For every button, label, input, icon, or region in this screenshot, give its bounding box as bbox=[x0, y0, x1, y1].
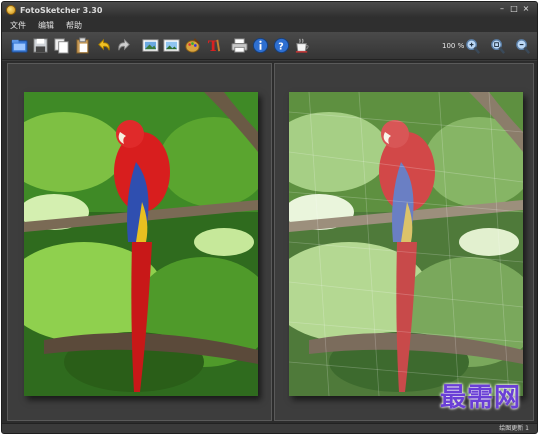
svg-text:?: ? bbox=[278, 41, 283, 52]
original-parrot-photo[interactable] bbox=[24, 92, 258, 396]
paste-icon[interactable] bbox=[73, 37, 91, 55]
status-bar: 绘图更新 1 bbox=[2, 423, 537, 433]
print-icon[interactable] bbox=[230, 37, 248, 55]
close-button[interactable]: × bbox=[521, 3, 531, 14]
open-folder-icon[interactable] bbox=[10, 37, 28, 55]
zoom-controls bbox=[455, 37, 531, 55]
toolbar: T ? 100 % bbox=[2, 32, 537, 60]
title-bar[interactable]: FotoSketcher 3.30 – □ × bbox=[2, 2, 537, 18]
menu-help[interactable]: 帮助 bbox=[62, 20, 86, 31]
app-logo-icon bbox=[6, 5, 16, 15]
palette-icon[interactable] bbox=[183, 37, 201, 55]
coffee-icon[interactable] bbox=[293, 37, 311, 55]
zoom-in-icon[interactable] bbox=[463, 37, 481, 55]
menu-edit[interactable]: 编辑 bbox=[34, 20, 58, 31]
workspace: 最需网 bbox=[2, 61, 537, 425]
menu-file[interactable]: 文件 bbox=[6, 20, 30, 31]
sketch-image-panel: 最需网 bbox=[274, 63, 534, 421]
zoom-out-icon[interactable] bbox=[513, 37, 531, 55]
undo-icon[interactable] bbox=[94, 37, 112, 55]
help-icon[interactable]: ? bbox=[272, 37, 290, 55]
original-image-panel bbox=[7, 63, 272, 421]
minimize-button[interactable]: – bbox=[497, 3, 507, 14]
redo-icon[interactable] bbox=[115, 37, 133, 55]
app-window: FotoSketcher 3.30 – □ × 文件 编辑 帮助 T ? 100… bbox=[1, 1, 538, 434]
info-icon[interactable] bbox=[251, 37, 269, 55]
copy-icon[interactable] bbox=[52, 37, 70, 55]
watermark: 最需网 bbox=[439, 383, 521, 413]
sketched-parrot-photo[interactable] bbox=[289, 92, 523, 396]
text-icon[interactable]: T bbox=[204, 37, 222, 55]
save-icon[interactable] bbox=[31, 37, 49, 55]
maximize-button[interactable]: □ bbox=[509, 3, 519, 14]
image-icon[interactable] bbox=[141, 37, 159, 55]
window-title: FotoSketcher 3.30 bbox=[20, 5, 103, 15]
zoom-fit-icon[interactable] bbox=[488, 37, 506, 55]
menu-bar: 文件 编辑 帮助 bbox=[2, 18, 537, 32]
picture-icon[interactable] bbox=[162, 37, 180, 55]
window-controls: – □ × bbox=[497, 3, 531, 14]
